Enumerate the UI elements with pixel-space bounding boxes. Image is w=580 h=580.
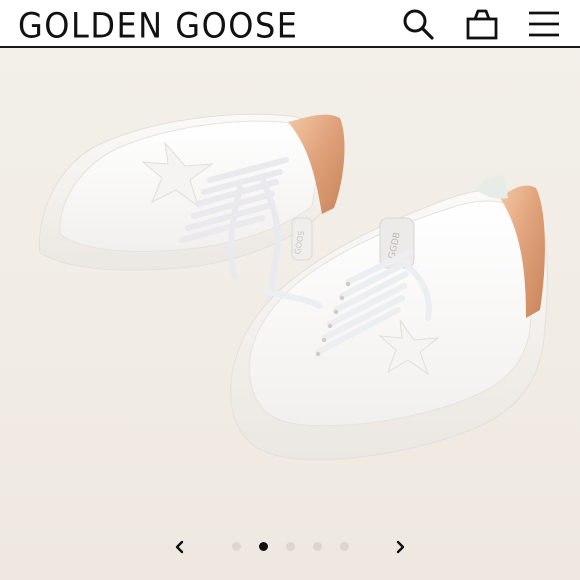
site-header: GOLDEN GOOSE xyxy=(0,0,580,48)
search-icon[interactable] xyxy=(400,6,436,42)
carousel-dot[interactable] xyxy=(232,542,241,551)
chevron-right-icon xyxy=(396,540,405,554)
brand-logo[interactable]: GOLDEN GOOSE xyxy=(18,5,298,46)
carousel-dot[interactable] xyxy=(313,542,322,551)
menu-icon[interactable] xyxy=(526,6,562,42)
sneakers-image: GOOS GGDB xyxy=(39,113,548,460)
carousel-indicators xyxy=(0,540,580,554)
carousel-dot[interactable] xyxy=(286,542,295,551)
product-image[interactable]: GOOS GGDB xyxy=(0,48,580,580)
shopping-bag-icon[interactable] xyxy=(464,6,500,42)
carousel-next-button[interactable] xyxy=(388,535,412,559)
carousel-dot-active[interactable] xyxy=(259,542,268,551)
carousel-dot[interactable] xyxy=(340,542,349,551)
